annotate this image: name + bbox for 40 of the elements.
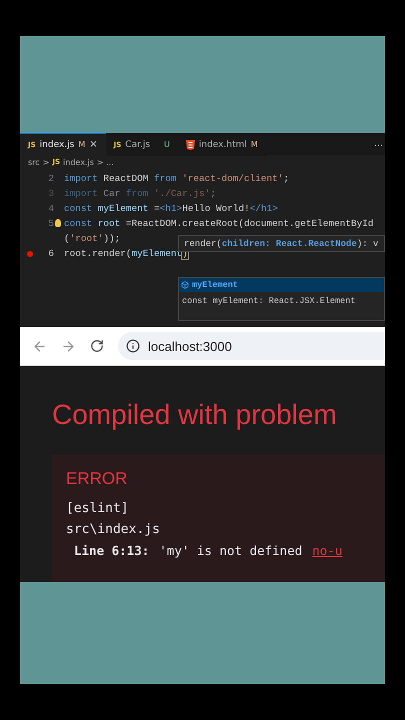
- tab-label: index.js: [40, 140, 74, 150]
- git-status: U: [164, 140, 170, 149]
- reload-icon[interactable]: [90, 339, 104, 353]
- git-status: M: [78, 140, 86, 149]
- line-number: 2: [47, 173, 54, 184]
- code-line: import ReactDOM from 'react-dom/client';: [64, 173, 290, 184]
- code-line: const myElement =<h1>Hello World!</h1>: [64, 203, 278, 214]
- error-text: src\index.js: [66, 522, 161, 537]
- rule-link[interactable]: no-u: [312, 543, 342, 558]
- forward-icon[interactable]: [61, 338, 76, 354]
- line-number: 6: [47, 248, 54, 259]
- variable-icon: [181, 281, 189, 289]
- error-title: Compiled with problem: [51, 398, 338, 431]
- line-number: 5: [47, 218, 54, 229]
- tab-label: Car.js: [125, 140, 150, 150]
- lightbulb-icon[interactable]: [55, 218, 61, 226]
- suggestion-item[interactable]: myElement: [179, 278, 384, 292]
- tab-label: index.html: [198, 140, 247, 150]
- error-heading: ERROR: [66, 469, 128, 489]
- code-line: import Car from './Car.js';: [64, 188, 216, 199]
- git-status: M: [250, 140, 258, 149]
- back-icon[interactable]: [32, 338, 47, 354]
- code-line: ('root'));: [64, 233, 120, 244]
- breakpoint-icon[interactable]: [27, 250, 33, 256]
- signature-text: render(children: React.ReactNode): v: [184, 238, 378, 248]
- breadcrumb-folder[interactable]: src: [28, 158, 40, 166]
- line-number: 4: [47, 203, 54, 214]
- error-location: Line 6:13:: [74, 543, 150, 558]
- close-icon[interactable]: ×: [89, 139, 98, 150]
- address-bar[interactable]: localhost:3000: [118, 332, 385, 360]
- info-icon[interactable]: [126, 339, 140, 353]
- html-file-icon: [186, 140, 195, 150]
- breadcrumb-file[interactable]: index.js: [63, 158, 94, 166]
- error-message: 'my' is not defined: [159, 543, 302, 558]
- code-line: const root =ReactDOM.createRoot(document.getElementById: [64, 218, 374, 229]
- breadcrumb-separator: >: [42, 158, 50, 166]
- breadcrumb-more[interactable]: > ...: [96, 158, 114, 166]
- error-text: [eslint]: [66, 501, 130, 516]
- suggestion-detail: const myElement: React.JSX.Element: [181, 295, 356, 306]
- more-button[interactable]: …: [374, 139, 385, 149]
